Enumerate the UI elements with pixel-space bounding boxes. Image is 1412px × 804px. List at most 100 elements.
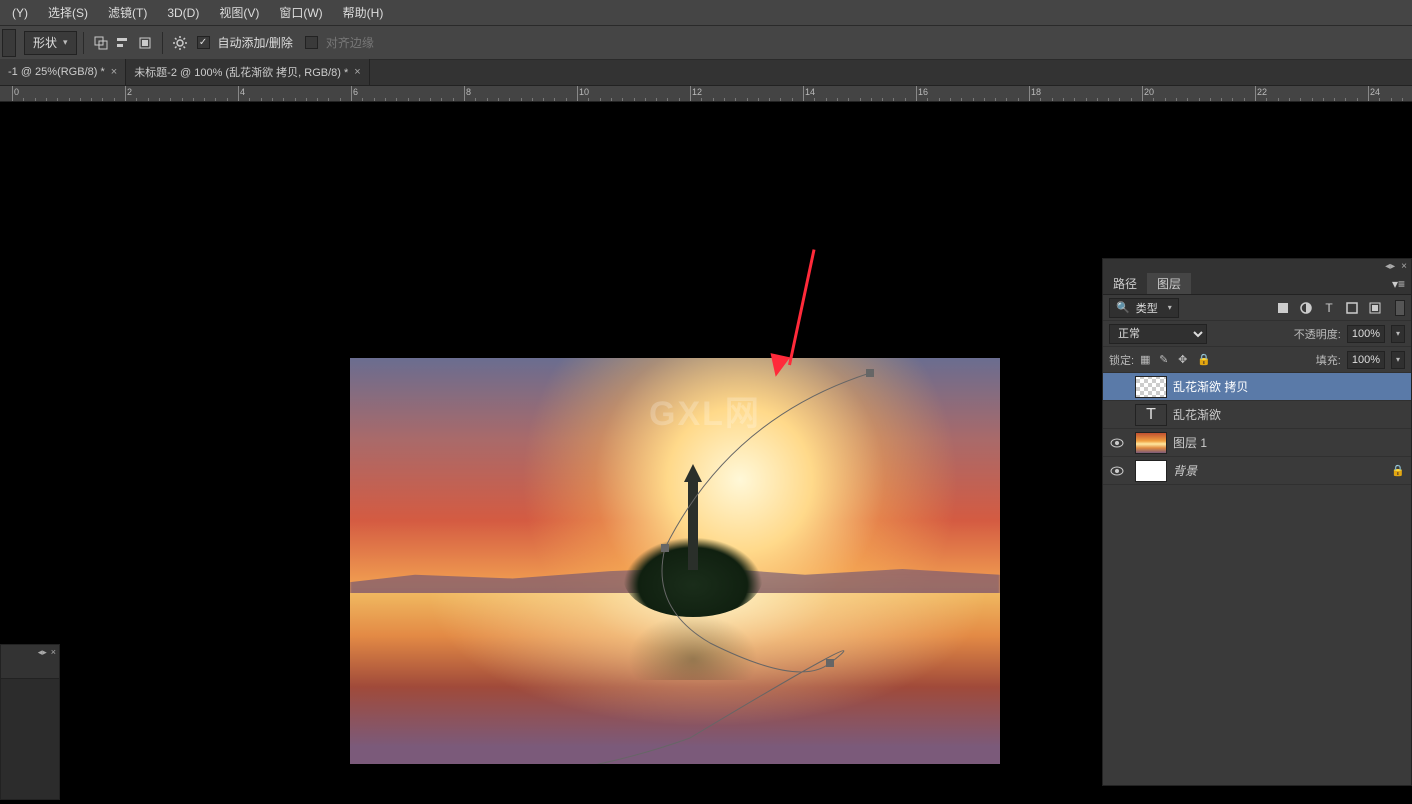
panel-menu-icon[interactable]: ▾≡ (1386, 273, 1411, 294)
options-bar: 形状 ✓ 自动添加/删除 对齐边缘 (0, 26, 1412, 60)
filter-shape-icon[interactable] (1344, 300, 1360, 316)
close-icon[interactable]: × (1401, 261, 1407, 272)
auto-add-delete-option[interactable]: ✓ 自动添加/删除 (197, 34, 293, 51)
annotation-arrow (760, 247, 820, 377)
lock-transparency-icon[interactable]: ▦ (1140, 353, 1154, 367)
document-tab-label: 未标题-2 @ 100% (乱花渐欲 拷贝, RGB/8) * (134, 64, 348, 80)
filter-smart-icon[interactable] (1367, 300, 1383, 316)
image-reflection (623, 610, 763, 680)
layer-list-empty-area[interactable] (1103, 485, 1411, 785)
opacity-value[interactable]: 100% (1347, 325, 1385, 343)
fill-value[interactable]: 100% (1347, 351, 1385, 369)
opacity-label: 不透明度: (1294, 326, 1341, 342)
align-edges-label: 对齐边缘 (326, 34, 374, 51)
checkbox-checked-icon: ✓ (197, 36, 210, 49)
close-icon[interactable]: × (354, 66, 360, 78)
layer-thumbnail[interactable] (1135, 376, 1167, 398)
path-align-icon[interactable] (112, 32, 134, 54)
document-tab-bar: -1 @ 25%(RGB/8) * × 未标题-2 @ 100% (乱花渐欲 拷… (0, 60, 1412, 86)
tab-paths[interactable]: 路径 (1103, 273, 1147, 294)
layer-row[interactable]: 图层 1 (1103, 429, 1411, 457)
fill-label: 填充: (1316, 352, 1341, 368)
menu-view[interactable]: 视图(V) (209, 4, 269, 21)
blend-mode-select[interactable]: 正常 (1109, 324, 1207, 344)
layer-name[interactable]: 背景 (1173, 462, 1197, 479)
horizontal-ruler[interactable]: 024681012141618202224 (0, 86, 1412, 102)
tool-preset-picker[interactable] (2, 29, 16, 57)
auto-add-delete-label: 自动添加/删除 (218, 34, 293, 51)
layer-name[interactable]: 乱花渐欲 (1173, 406, 1221, 423)
path-arrange-icon[interactable] (134, 32, 156, 54)
arrow-head-icon (766, 353, 790, 379)
visibility-toggle[interactable] (1109, 379, 1125, 395)
document-tab[interactable]: -1 @ 25%(RGB/8) * × (0, 59, 126, 85)
layers-panel: ◂▸ × 路径 图层 ▾≡ 🔍 类型 T 正常 不透明度: 100% ▾ 锁定:… (1102, 258, 1412, 786)
filter-toggle[interactable] (1395, 300, 1405, 316)
menu-bar: (Y) 选择(S) 滤镜(T) 3D(D) 视图(V) 窗口(W) 帮助(H) (0, 0, 1412, 26)
separator (162, 32, 163, 54)
fill-dropdown-icon[interactable]: ▾ (1391, 351, 1405, 369)
lock-all-icon[interactable]: 🔒 (1197, 353, 1211, 367)
menu-filter[interactable]: 滤镜(T) (98, 4, 157, 21)
separator (83, 32, 84, 54)
lock-position-icon[interactable]: ✥ (1178, 353, 1192, 367)
layer-filter-label: 类型 (1136, 300, 1158, 316)
checkbox-unchecked-icon (305, 36, 318, 49)
arrow-line (788, 249, 815, 365)
blend-opacity-row: 正常 不透明度: 100% ▾ (1103, 321, 1411, 347)
filter-pixel-icon[interactable] (1275, 300, 1291, 316)
layer-row[interactable]: 背景 🔒 (1103, 457, 1411, 485)
text-layer-icon[interactable]: T (1135, 404, 1167, 426)
eye-icon (1110, 436, 1124, 450)
floating-mini-panel[interactable]: ◂▸ × (0, 644, 60, 800)
watermark-text: GXL网 (649, 386, 761, 435)
menu-3d[interactable]: 3D(D) (157, 6, 209, 20)
opacity-dropdown-icon[interactable]: ▾ (1391, 325, 1405, 343)
gear-icon[interactable] (169, 32, 191, 54)
collapse-icon[interactable]: ◂▸ (38, 647, 47, 658)
layer-thumbnail[interactable] (1135, 460, 1167, 482)
layer-name[interactable]: 乱花渐欲 拷贝 (1173, 378, 1248, 395)
layer-filter-select[interactable]: 🔍 类型 (1109, 298, 1179, 318)
panel-header[interactable]: ◂▸ × (1103, 259, 1411, 273)
menu-item[interactable]: (Y) (2, 6, 38, 20)
image-tower (688, 480, 698, 570)
mini-panel-body (1, 679, 59, 799)
lock-icon: 🔒 (1391, 464, 1405, 477)
layer-filter-row: 🔍 类型 T (1103, 295, 1411, 321)
lock-pixels-icon[interactable]: ✎ (1159, 353, 1173, 367)
document-tab-active[interactable]: 未标题-2 @ 100% (乱花渐欲 拷贝, RGB/8) * × (126, 59, 370, 85)
search-icon: 🔍 (1116, 301, 1130, 314)
filter-adjust-icon[interactable] (1298, 300, 1314, 316)
menu-select[interactable]: 选择(S) (38, 4, 98, 21)
visibility-toggle[interactable] (1109, 435, 1125, 451)
layer-list: 乱花渐欲 拷贝 T 乱花渐欲 图层 1 背景 🔒 (1103, 373, 1411, 785)
lock-label: 锁定: (1109, 352, 1134, 368)
layer-filter-icons: T (1275, 300, 1383, 316)
shape-mode-label: 形状 (33, 34, 57, 51)
close-icon[interactable]: × (111, 66, 117, 78)
eye-icon (1110, 464, 1124, 478)
collapse-icon[interactable]: ◂▸ (1385, 261, 1395, 272)
filter-text-icon[interactable]: T (1321, 300, 1337, 316)
lock-fill-row: 锁定: ▦ ✎ ✥ 🔒 填充: 100% ▾ (1103, 347, 1411, 373)
menu-window[interactable]: 窗口(W) (269, 4, 332, 21)
tab-layers[interactable]: 图层 (1147, 273, 1191, 294)
layer-row[interactable]: 乱花渐欲 拷贝 (1103, 373, 1411, 401)
panel-tabs: 路径 图层 ▾≡ (1103, 273, 1411, 295)
layer-thumbnail[interactable] (1135, 432, 1167, 454)
visibility-toggle[interactable] (1109, 407, 1125, 423)
lock-icons: ▦ ✎ ✥ 🔒 (1140, 353, 1211, 367)
layer-name[interactable]: 图层 1 (1173, 434, 1207, 451)
close-icon[interactable]: × (51, 647, 56, 657)
visibility-toggle[interactable] (1109, 463, 1125, 479)
mini-panel-tabs[interactable] (1, 659, 59, 679)
canvas-image[interactable]: GXL网 (350, 358, 1000, 764)
mini-panel-header[interactable]: ◂▸ × (1, 645, 59, 659)
path-new-icon[interactable] (90, 32, 112, 54)
document-tab-label: -1 @ 25%(RGB/8) * (8, 66, 105, 78)
align-edges-option[interactable]: 对齐边缘 (305, 34, 374, 51)
shape-mode-select[interactable]: 形状 (24, 31, 77, 55)
menu-help[interactable]: 帮助(H) (333, 4, 394, 21)
layer-row[interactable]: T 乱花渐欲 (1103, 401, 1411, 429)
